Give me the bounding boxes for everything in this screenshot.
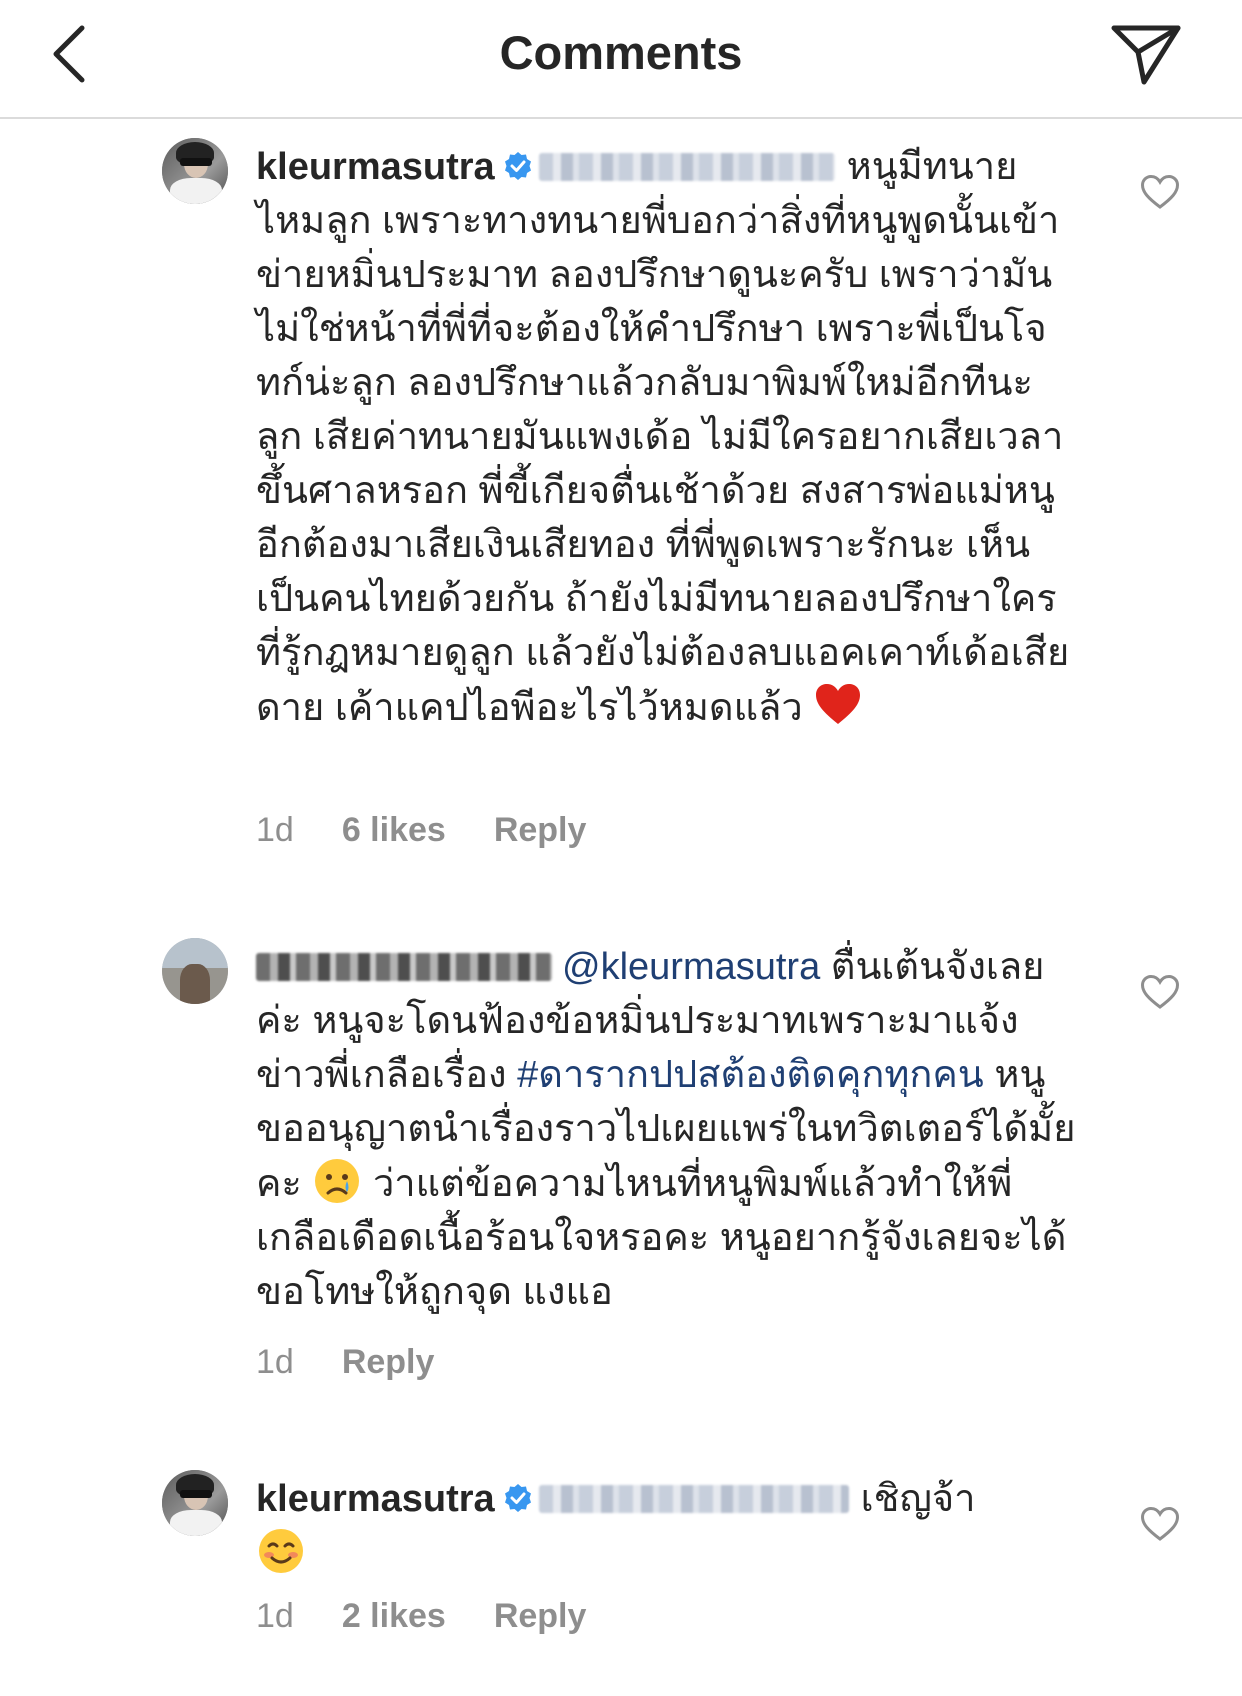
comment-time: 1d bbox=[256, 811, 294, 849]
like-button[interactable] bbox=[1140, 974, 1180, 1010]
heart-outline-icon bbox=[1140, 974, 1180, 1009]
reply-button[interactable]: Reply bbox=[342, 1343, 435, 1381]
like-button[interactable] bbox=[1140, 174, 1180, 210]
heart-outline-icon bbox=[1140, 174, 1180, 209]
comment-body: หนูมีทนายไหมลูก เพราะทางทนายพี่บอกว่าสิ่… bbox=[256, 146, 1070, 729]
comment-likes[interactable]: 2 likes bbox=[342, 1597, 446, 1635]
comment-text: @kleurmasutra ตื่นเต้นจังเลยค่ะ หนูจะโดน… bbox=[256, 940, 1076, 1319]
blurred-mention bbox=[538, 153, 835, 181]
comment-body-end: ว่าแต่ข้อความไหนที่หนูพิมพ์แล้วทำให้พี่เ… bbox=[256, 1163, 1067, 1313]
comment-username[interactable]: kleurmasutra bbox=[256, 1478, 495, 1520]
smiling-face-icon bbox=[259, 1529, 303, 1573]
red-heart-icon bbox=[816, 684, 861, 724]
heart-outline-icon bbox=[1140, 1506, 1180, 1541]
comment-time: 1d bbox=[256, 1343, 294, 1381]
reply-button[interactable]: Reply bbox=[494, 811, 587, 849]
verified-badge-icon bbox=[504, 152, 531, 180]
blurred-mention bbox=[538, 1485, 849, 1513]
comment-body: เชิญจ้า bbox=[860, 1478, 976, 1520]
reply-button[interactable]: Reply bbox=[494, 1597, 587, 1635]
avatar[interactable] bbox=[162, 138, 228, 204]
crying-face-icon bbox=[315, 1159, 360, 1203]
comment-mention[interactable]: @kleurmasutra bbox=[562, 946, 820, 988]
share-button[interactable] bbox=[1108, 18, 1184, 88]
verified-badge-icon bbox=[504, 1484, 531, 1512]
comment-meta: 1d Reply bbox=[256, 1340, 482, 1384]
avatar[interactable] bbox=[162, 938, 228, 1004]
comment-meta: 1d 6 likes Reply bbox=[256, 808, 634, 852]
comment-likes[interactable]: 6 likes bbox=[342, 811, 446, 849]
comment-hashtag[interactable]: #ดารากปปสต้องติดคุกทุกคน bbox=[517, 1054, 984, 1096]
comment-text: kleurmasutra หนูมีทนายไหมลูก เพราะทางทนาย… bbox=[256, 140, 1076, 735]
blurred-username[interactable] bbox=[256, 953, 552, 981]
comment-text: kleurmasutra เชิญจ้า bbox=[256, 1472, 1076, 1581]
like-button[interactable] bbox=[1140, 1506, 1180, 1542]
page-title: Comments bbox=[499, 26, 743, 79]
send-icon bbox=[1111, 25, 1181, 85]
comment-username[interactable]: kleurmasutra bbox=[256, 146, 495, 188]
header: Comments bbox=[0, 0, 1242, 119]
comment-meta: 1d 2 likes Reply bbox=[256, 1594, 634, 1638]
comment-time: 1d bbox=[256, 1597, 294, 1635]
avatar[interactable] bbox=[162, 1470, 228, 1536]
